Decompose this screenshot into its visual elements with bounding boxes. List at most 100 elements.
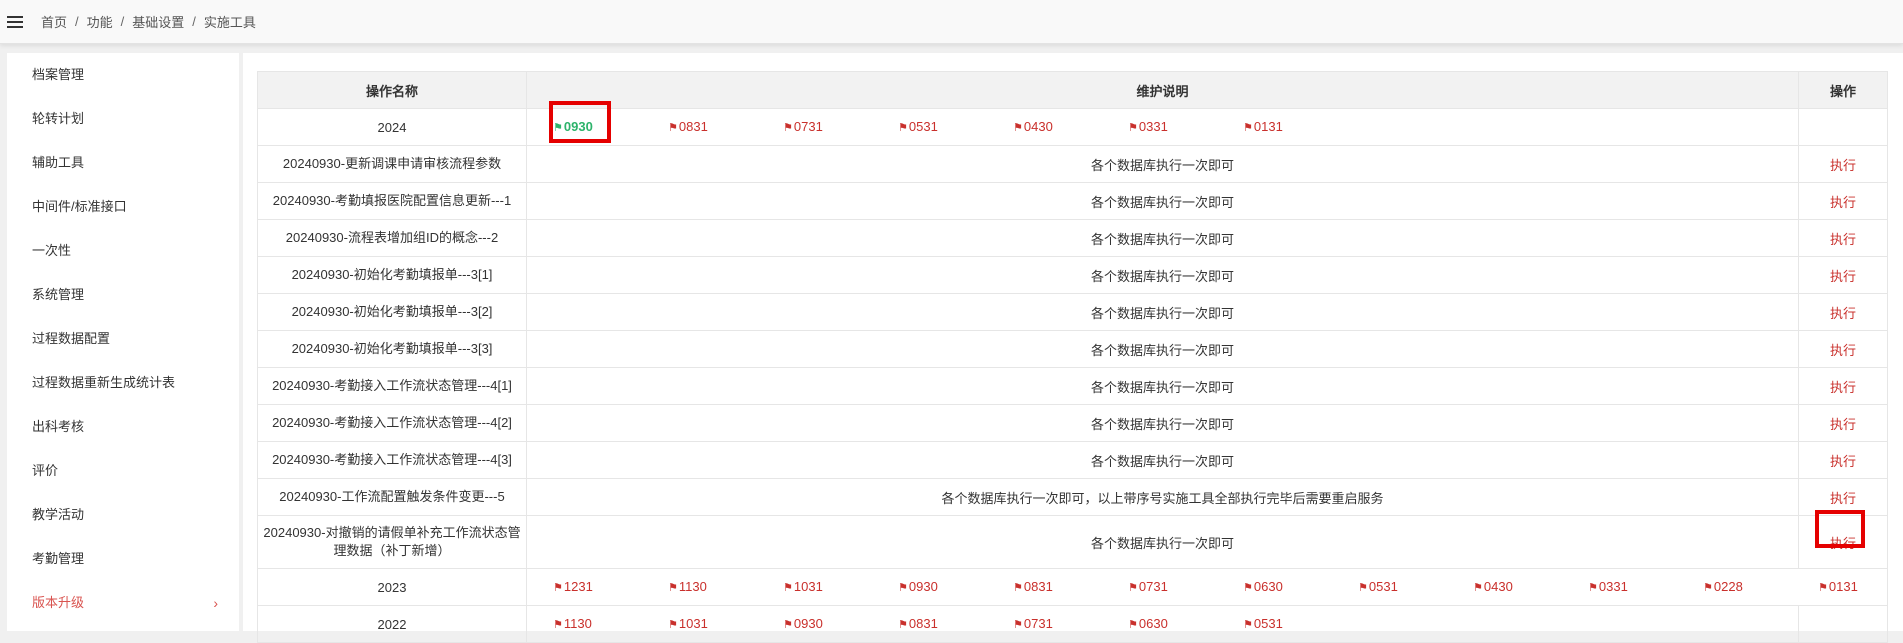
flag-link-0331[interactable]: ⚑0331 [1128, 119, 1168, 134]
flag-link-0131[interactable]: ⚑0131 [1243, 119, 1283, 134]
sidebar-item-system-management[interactable]: 系统管理 [32, 285, 232, 305]
row-op-cell: 执行 [1798, 330, 1888, 368]
flag-link-0331[interactable]: ⚑0331 [1588, 579, 1628, 594]
flag-link-1231[interactable]: ⚑1231 [553, 579, 593, 594]
flag-icon: ⚑ [553, 122, 563, 134]
sidebar-item-archive[interactable]: 档案管理 [32, 65, 232, 85]
execute-button[interactable]: 执行 [1830, 491, 1856, 506]
breadcrumb-separator: / [75, 14, 79, 29]
flag-link-0831[interactable]: ⚑0831 [668, 119, 708, 134]
flag-label: 1231 [563, 579, 593, 594]
execute-button[interactable]: 执行 [1830, 417, 1856, 432]
row-desc: 各个数据库执行一次即可 [526, 182, 1799, 220]
row-name: 20240930-工作流配置触发条件变更---5 [257, 478, 527, 516]
flag-link-0630[interactable]: ⚑0630 [1243, 579, 1283, 594]
execute-button[interactable]: 执行 [1830, 195, 1856, 210]
main-content: 操作名称 维护说明 操作 2024 ⚑0930 ⚑0831 ⚑0731 ⚑0531 ⚑0… [243, 53, 1903, 643]
flag-link-0731[interactable]: ⚑0731 [783, 119, 823, 134]
table-row: 20240930-考勤接入工作流状态管理---4[1] 各个数据库执行一次即可 执行 [257, 367, 1888, 405]
sidebar-item-one-time[interactable]: 一次性 [32, 241, 232, 261]
flag-link-0630[interactable]: ⚑0630 [1128, 616, 1168, 631]
flag-link-0731[interactable]: ⚑0731 [1013, 616, 1053, 631]
flag-link-0228[interactable]: ⚑0228 [1703, 579, 1743, 594]
flag-cell: ⚑1231 ⚑1130 ⚑1031 ⚑0930 ⚑0831 ⚑0731 ⚑0630 ⚑0531… [526, 568, 1888, 606]
flag-icon: ⚑ [898, 619, 908, 631]
row-name: 20240930-流程表增加组ID的概念---2 [257, 219, 527, 257]
breadcrumb-basic-settings[interactable]: 基础设置 [132, 12, 184, 31]
flag-label: 0630 [1253, 579, 1283, 594]
sidebar-item-auxiliary-tools[interactable]: 辅助工具 [32, 153, 232, 173]
row-name: 20240930-考勤接入工作流状态管理---4[1] [257, 367, 527, 405]
table-row: 20240930-工作流配置触发条件变更---5 各个数据库执行一次即可，以上带序… [257, 478, 1888, 516]
flag-label: 0531 [1368, 579, 1398, 594]
sidebar-item-middleware[interactable]: 中间件/标准接口 [32, 197, 232, 217]
menu-icon[interactable] [7, 13, 23, 31]
flag-link-0731[interactable]: ⚑0731 [1128, 579, 1168, 594]
execute-button[interactable]: 执行 [1830, 306, 1856, 321]
sidebar-item-process-data-config[interactable]: 过程数据配置 [32, 329, 232, 349]
flag-link-1031[interactable]: ⚑1031 [783, 579, 823, 594]
row-name: 20240930-初始化考勤填报单---3[1] [257, 256, 527, 294]
header-operation-name: 操作名称 [257, 71, 527, 109]
flag-link-0930[interactable]: ⚑0930 [553, 119, 593, 134]
breadcrumb-function[interactable]: 功能 [87, 12, 113, 31]
sidebar-item-teaching-activity[interactable]: 教学活动 [32, 505, 232, 525]
flag-link-0831[interactable]: ⚑0831 [1013, 579, 1053, 594]
flag-label: 0228 [1713, 579, 1743, 594]
breadcrumb-separator: / [192, 14, 196, 29]
sidebar-item-exit-assessment[interactable]: 出科考核 [32, 417, 232, 437]
flag-link-0131[interactable]: ⚑0131 [1818, 579, 1858, 594]
flag-icon: ⚑ [783, 122, 793, 134]
row-desc: 各个数据库执行一次即可 [526, 367, 1799, 405]
flag-link-0531[interactable]: ⚑0531 [1358, 579, 1398, 594]
execute-button[interactable]: 执行 [1830, 269, 1856, 284]
flag-label: 0331 [1598, 579, 1628, 594]
sidebar-item-label: 出科考核 [32, 419, 85, 434]
execute-button[interactable]: 执行 [1830, 158, 1856, 173]
row-op-cell: 执行 [1798, 367, 1888, 405]
execute-button[interactable]: 执行 [1830, 343, 1856, 358]
sidebar-item-label: 教学活动 [32, 507, 85, 522]
breadcrumb-home[interactable]: 首页 [41, 12, 67, 31]
header-operation: 操作 [1798, 71, 1888, 109]
flag-icon: ⚑ [1703, 582, 1713, 594]
execute-button[interactable]: 执行 [1830, 232, 1856, 247]
row-name: 20240930-考勤接入工作流状态管理---4[2] [257, 404, 527, 442]
flag-link-0531[interactable]: ⚑0531 [898, 119, 938, 134]
sidebar: 档案管理 轮转计划 辅助工具 中间件/标准接口 一次性 系统管理 过程数据配置 … [7, 53, 239, 631]
sidebar-item-evaluation[interactable]: 评价 [32, 461, 232, 481]
year-label: 2024 [257, 108, 527, 146]
sidebar-item-rotation-plan[interactable]: 轮转计划 [32, 109, 232, 129]
flag-icon: ⚑ [553, 582, 563, 594]
flag-label: 0930 [793, 616, 823, 631]
row-name: 20240930-更新调课申请审核流程参数 [257, 145, 527, 183]
row-desc: 各个数据库执行一次即可 [526, 219, 1799, 257]
execute-button[interactable]: 执行 [1830, 454, 1856, 469]
sidebar-item-attendance[interactable]: 考勤管理 [32, 549, 232, 569]
flag-link-0930[interactable]: ⚑0930 [898, 579, 938, 594]
sidebar-item-version-upgrade[interactable]: 版本升级 › [32, 593, 232, 613]
flag-label: 0731 [1023, 616, 1053, 631]
execute-button[interactable]: 执行 [1830, 380, 1856, 395]
flag-link-0430[interactable]: ⚑0430 [1013, 119, 1053, 134]
flag-link-0531[interactable]: ⚑0531 [1243, 616, 1283, 631]
flag-label: 1130 [678, 579, 707, 594]
execute-button[interactable]: 执行 [1830, 536, 1856, 551]
flag-icon: ⚑ [898, 582, 908, 594]
flag-link-0930[interactable]: ⚑0930 [783, 616, 823, 631]
flag-link-1031[interactable]: ⚑1031 [668, 616, 708, 631]
row-name: 20240930-考勤接入工作流状态管理---4[3] [257, 441, 527, 479]
sidebar-item-label: 评价 [32, 463, 59, 478]
flag-list: ⚑1231 ⚑1130 ⚑1031 ⚑0930 ⚑0831 ⚑0731 ⚑0630 ⚑0531… [531, 570, 1883, 604]
year-row-2023: 2023 ⚑1231 ⚑1130 ⚑1031 ⚑0930 ⚑0831 ⚑0731 ⚑0630… [257, 568, 1888, 606]
flag-label: 0131 [1253, 119, 1283, 134]
row-desc: 各个数据库执行一次即可 [526, 404, 1799, 442]
row-op-cell: 执行 [1798, 478, 1888, 516]
flag-link-1130[interactable]: ⚑1130 [553, 616, 592, 631]
sidebar-item-label: 轮转计划 [32, 111, 85, 126]
flag-link-1130[interactable]: ⚑1130 [668, 579, 707, 594]
sidebar-item-regenerate-stats[interactable]: 过程数据重新生成统计表 [32, 373, 232, 393]
flag-link-0430[interactable]: ⚑0430 [1473, 579, 1513, 594]
flag-icon: ⚑ [783, 619, 793, 631]
flag-link-0831[interactable]: ⚑0831 [898, 616, 938, 631]
